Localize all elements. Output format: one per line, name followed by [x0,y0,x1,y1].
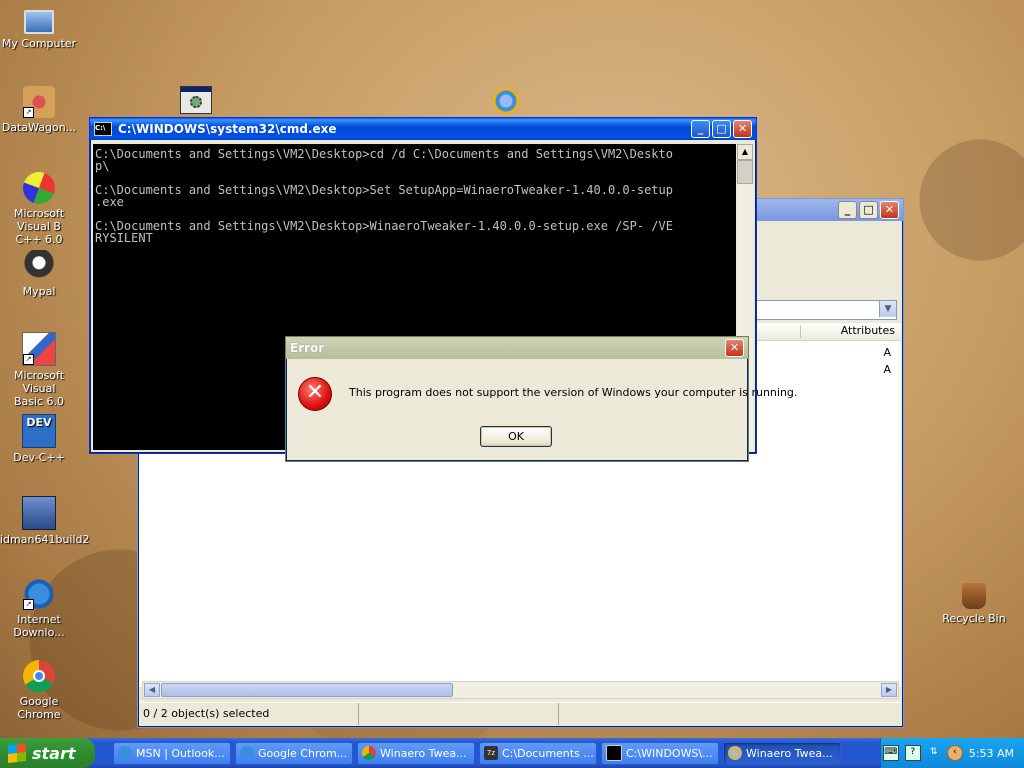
close-button[interactable]: ✕ [880,201,899,219]
system-tray: ⌨ ? ⇅ ‹ 5:53 AM [880,738,1024,768]
desktop-icon-label: Microsoft Visual Basic 6.0 [13,369,65,408]
shortcut-arrow-icon: ↗ [23,354,34,365]
desktop-icon-label: Dev-C++ [13,451,65,464]
taskbar-item-label: Winaero Twea... [380,746,467,760]
desktop-icon-label: idman641build2 [0,533,90,546]
taskbar: start MSN | Outlook... Google Chrom... W… [0,738,1024,768]
shortcut-arrow-icon: ↗ [23,599,34,610]
close-button[interactable]: ✕ [733,120,752,138]
desktop-icon-visual-basic[interactable]: ↗ Microsoft Visual Basic 6.0 [0,332,78,408]
scroll-up-icon[interactable]: ▲ [737,144,753,160]
row-attribute-value: A [883,363,891,376]
minimize-button[interactable]: _ [838,201,857,219]
minimize-button[interactable]: _ [691,120,710,138]
error-title: Error [290,341,325,355]
dev-cpp-icon: DEV [22,414,56,448]
start-button[interactable]: start [0,738,95,768]
datawagon-icon: ↗ [23,86,55,118]
maximize-button[interactable]: □ [859,201,878,219]
scrollbar-thumb[interactable] [161,683,453,697]
desktop-icon-label: Internet Downlo... [13,613,65,639]
status-cell [559,703,901,725]
desktop-icon-datawagon[interactable]: ↗ DataWagon... [0,86,78,134]
status-text: 0 / 2 object(s) selected [139,703,359,725]
desktop-icon-internet-download[interactable]: ↗ Internet Downlo... [0,578,78,639]
taskbar-item-label: MSN | Outlook... [136,746,225,760]
row-attribute-value: A [883,346,891,359]
taskbar-item-label: C:\WINDOWS\... [626,746,713,760]
start-label: start [32,743,76,763]
column-attributes[interactable]: Attributes [841,324,895,337]
taskbar-item-7zip[interactable]: 7z C:\Documents ... [479,741,597,765]
address-combo[interactable]: ▼ [755,300,897,320]
column-separator[interactable] [800,325,801,338]
close-button[interactable]: ✕ [725,339,744,357]
cmd-icon: C:\ [94,122,112,136]
taskbar-item-winaero[interactable]: Winaero Twea... [357,741,475,765]
error-dialog[interactable]: Error ✕ ✕ This program does not support … [285,336,797,462]
chevron-down-icon[interactable]: ▼ [879,301,896,317]
taskbar-item-winaero-setup[interactable]: Winaero Twea... [723,741,841,765]
desktop-icon-mypal[interactable]: Mypal [0,250,78,298]
taskbar-item-label: Winaero Twea... [746,746,833,760]
taskbar-item-label: Google Chrom... [258,746,348,760]
maximize-button[interactable]: □ [712,120,731,138]
status-bar: 0 / 2 object(s) selected [139,702,901,725]
setup-icon [728,746,742,760]
desktop-icon-google-chrome[interactable]: Google Chrome [0,660,78,721]
desktop-icon-idman[interactable]: idman641build2 [0,496,90,546]
ie-icon [240,746,254,760]
desktop-icon-recycle-bin[interactable]: Recycle Bin [935,583,1013,625]
desktop-icon-label: Mypal [22,285,56,298]
computer-icon [24,10,54,34]
scrollbar-thumb[interactable] [737,160,753,184]
chevron-left-icon[interactable]: ‹ [946,745,963,761]
clock[interactable]: 5:53 AM [969,747,1014,760]
desktop-icon-label: Microsoft Visual B C++ 6.0 [13,207,65,246]
taskbar-item-cmd[interactable]: C:\WINDOWS\... [601,741,719,765]
help-icon[interactable]: ? [904,745,921,761]
error-icon: ✕ [298,377,332,411]
desktop-icon-label: Recycle Bin [942,612,1006,625]
windows-logo-icon [8,743,26,763]
shortcut-arrow-icon: ↗ [23,107,34,118]
setup-app-icon[interactable] [180,86,212,114]
scroll-left-icon[interactable]: ◀ [144,683,160,697]
horizontal-scrollbar[interactable]: ◀ ▶ [142,681,899,699]
error-message: This program does not support the versio… [349,386,798,399]
desktop-icon-label: My Computer [1,37,77,50]
internet-download-icon: ↗ [23,578,55,610]
ie-icon [118,746,132,760]
cmd-title: C:\WINDOWS\system32\cmd.exe [118,122,337,136]
recycle-bin-icon [962,583,986,609]
error-titlebar[interactable]: Error ✕ [286,337,748,359]
taskbar-item-msn[interactable]: MSN | Outlook... [113,741,231,765]
desktop-icon-dev-cpp[interactable]: DEV Dev-C++ [0,414,78,464]
chrome-icon [23,660,55,692]
status-cell [359,703,559,725]
edge-setup-icon[interactable] [493,88,519,114]
desktop-icon-label: Google Chrome [17,695,61,721]
scroll-right-icon[interactable]: ▶ [881,683,897,697]
visual-cpp-icon [18,167,60,209]
ok-button[interactable]: OK [480,426,552,447]
chrome-icon [362,746,376,760]
desktop-icon-my-computer[interactable]: My Computer [0,4,78,50]
mypal-icon [23,250,55,282]
cmd-titlebar[interactable]: C:\ C:\WINDOWS\system32\cmd.exe _ □ ✕ [90,118,756,140]
taskbar-item-label: C:\Documents ... [502,746,594,760]
desktop-icon-label: DataWagon... [1,121,77,134]
taskbar-item-chrome[interactable]: Google Chrom... [235,741,353,765]
network-icon[interactable]: ⇅ [927,746,941,760]
visual-basic-icon: ↗ [22,332,56,366]
cmd-icon [606,745,622,761]
7zip-icon: 7z [484,746,498,760]
keyboard-icon[interactable]: ⌨ [882,745,899,761]
desktop-icon-visual-cpp[interactable]: Microsoft Visual B C++ 6.0 [0,167,78,246]
installer-icon [22,496,56,530]
